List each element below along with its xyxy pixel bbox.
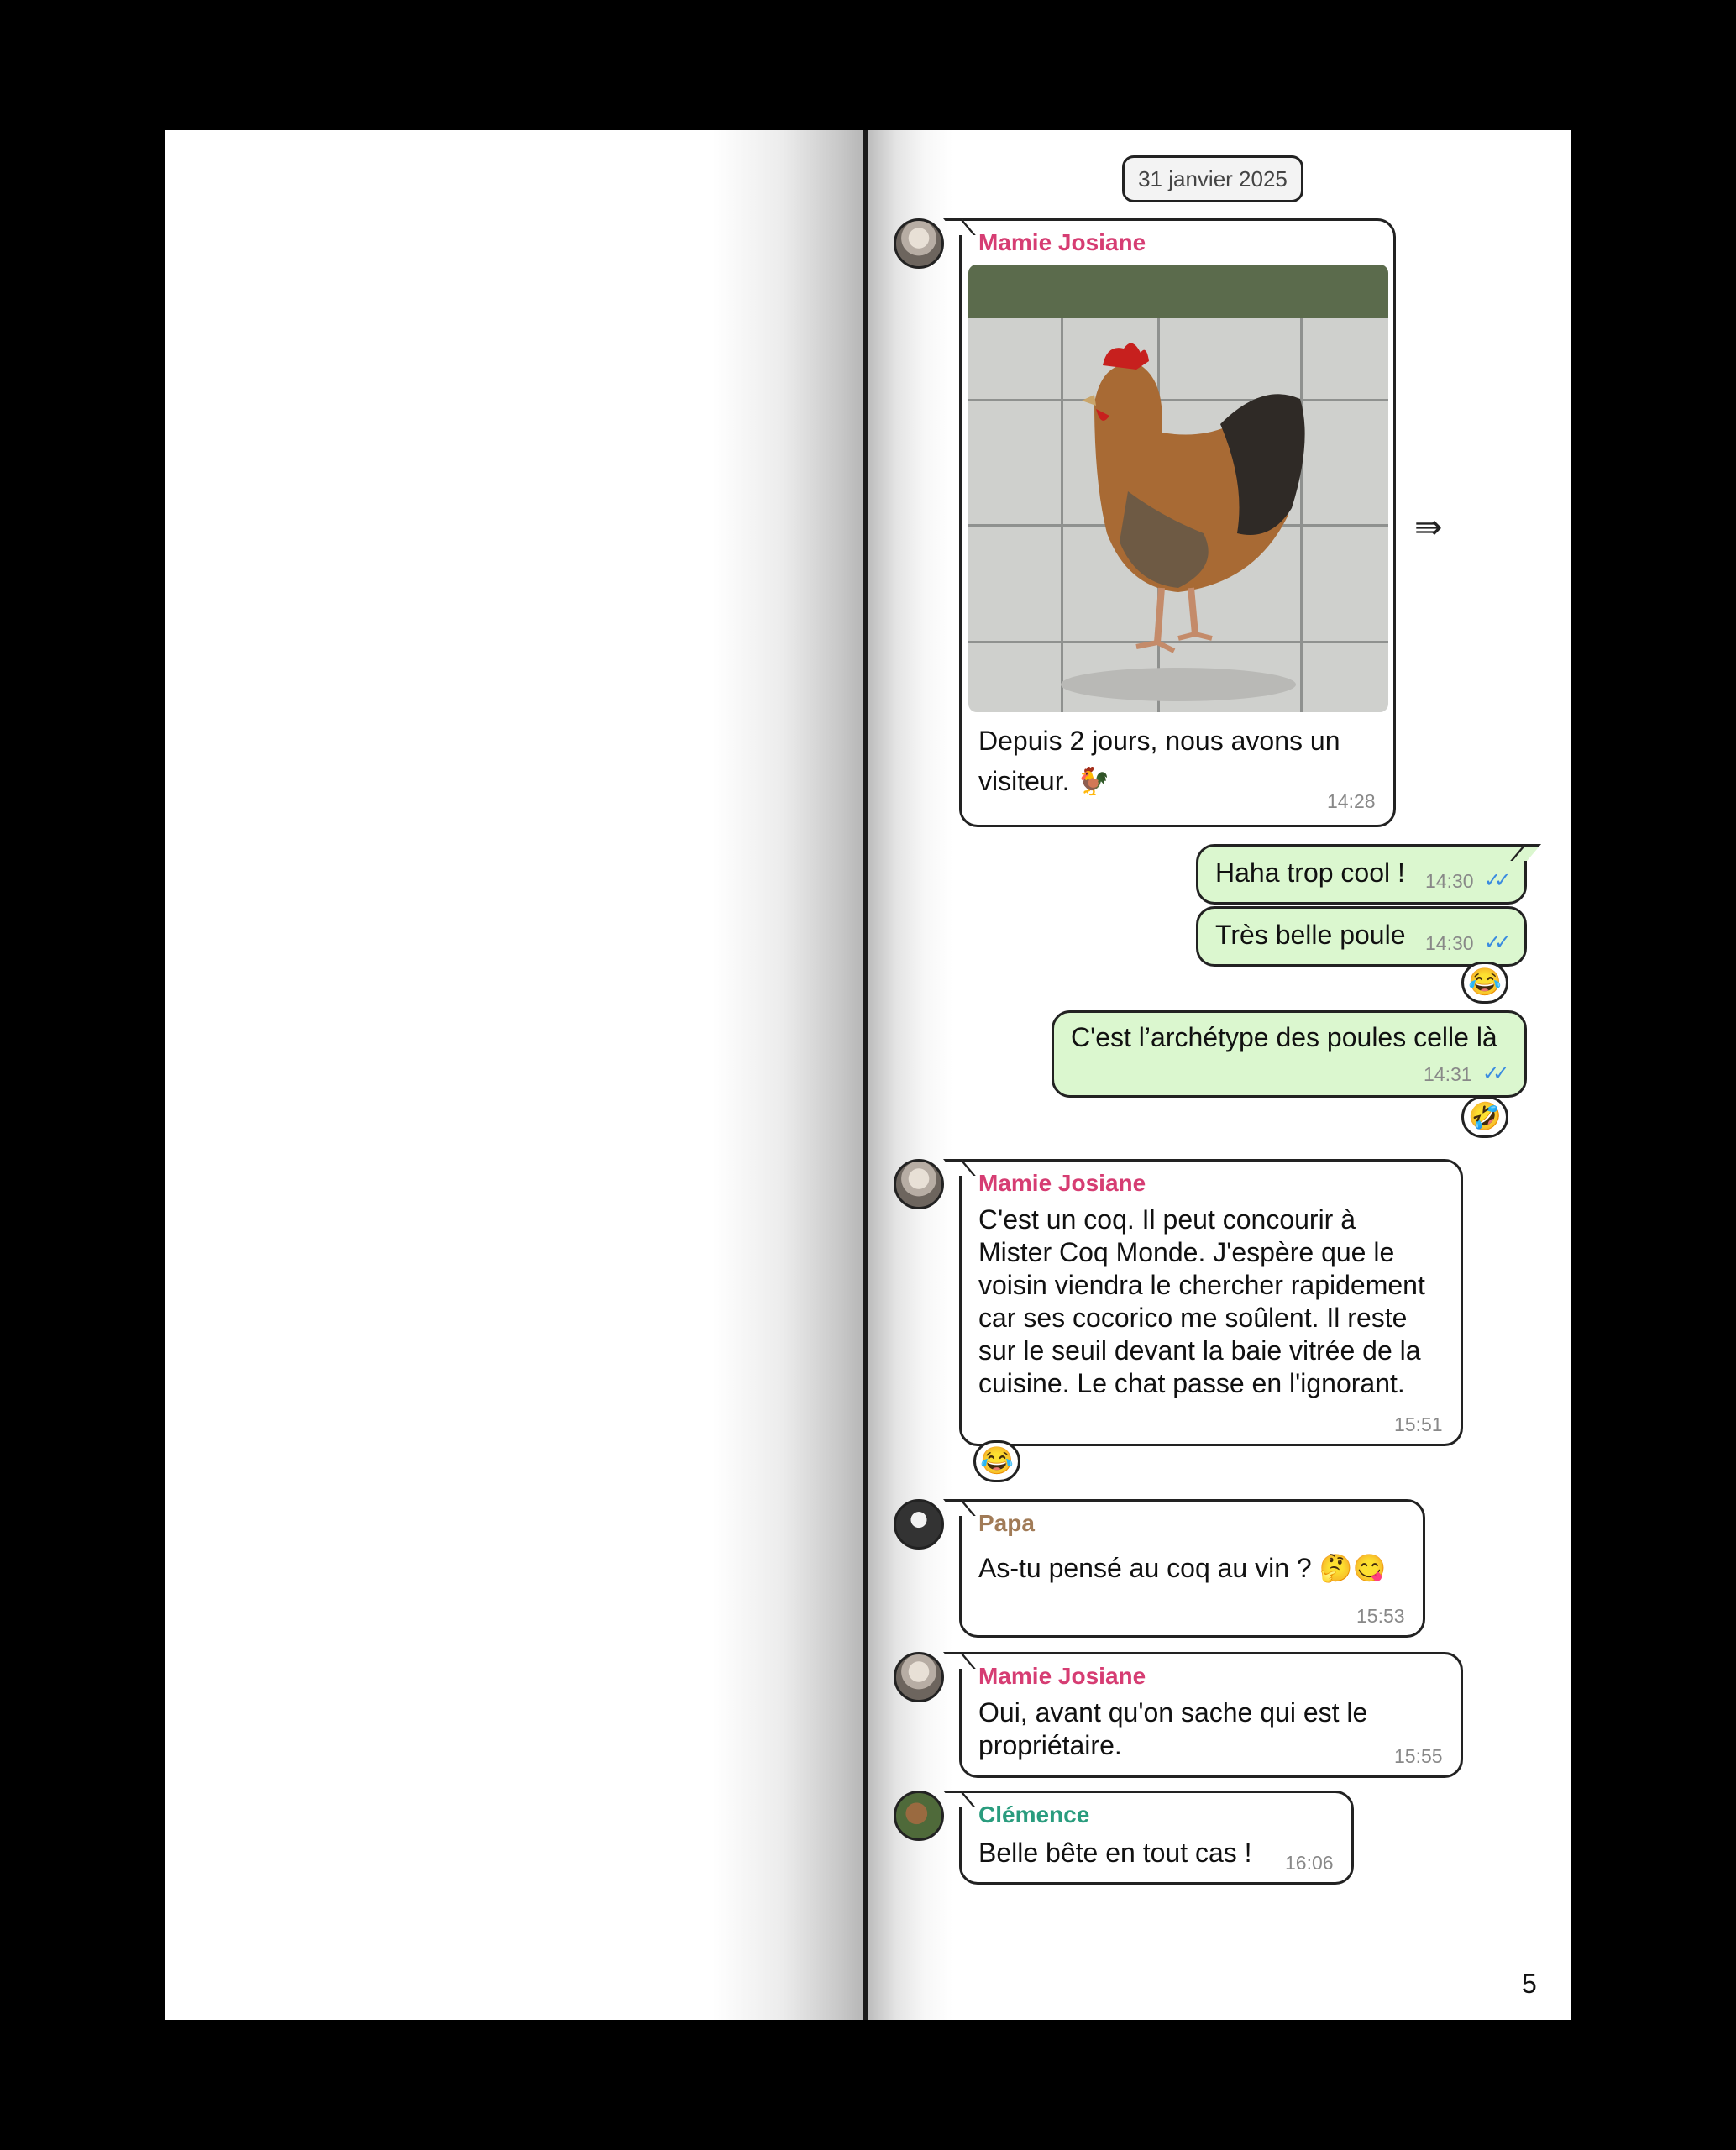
double-check-icon: ✓✓ [1482,1062,1509,1085]
avatar-mamie-josiane[interactable] [894,218,944,269]
message-time: 16:06 [1285,1852,1334,1874]
forward-icon[interactable]: ⇛ [1414,508,1443,547]
double-check-icon: ✓✓ [1484,869,1511,892]
message-text: Belle bête en tout cas ! [978,1838,1252,1868]
message-time: 14:31 [1424,1063,1472,1085]
left-page-blank [165,130,867,2020]
message-text: propriétaire. [978,1730,1122,1760]
message-text: Depuis 2 jours, nous avons un [978,726,1340,756]
message-text: sur le seuil devant la baie vitrée de la [978,1335,1421,1366]
rooster-photo[interactable] [968,265,1388,712]
message-bubble-outgoing[interactable]: Haha trop cool ! 14:30 ✓✓ [1196,844,1527,905]
avatar-papa[interactable] [894,1499,944,1550]
message-bubble-incoming[interactable]: Papa As-tu pensé au coq au vin ? 🤔😋 15:5… [959,1499,1425,1638]
avatar-clemence[interactable] [894,1791,944,1841]
message-bubble-incoming[interactable]: Mamie Josiane C'est un coq. Il peut conc… [959,1159,1463,1446]
message-bubble-incoming[interactable]: Clémence Belle bête en tout cas ! 16:06 [959,1791,1354,1885]
message-time: 14:30 [1425,870,1474,892]
reaction-badge[interactable]: 😂 [1461,962,1508,1004]
message-text: Haha trop cool ! [1215,857,1405,888]
sender-name: Papa [978,1510,1035,1536]
message-text: car ses cocorico me soûlent. Il reste [978,1303,1408,1333]
reaction-badge[interactable]: 🤣 [1461,1096,1508,1138]
message-bubble-photo[interactable]: Mamie Josiane Depuis 2 jours, nous avons… [959,218,1396,827]
message-time: 14:28 [1327,790,1376,812]
message-text: cuisine. Le chat passe en l'ignorant. [978,1368,1405,1398]
chat-page: 31 janvier 2025 Mamie Josiane Depuis 2 j… [868,130,1571,2020]
message-text: C'est l’archétype des poules celle là [1071,1022,1497,1052]
message-text: As-tu pensé au coq au vin ? 🤔😋 [978,1553,1387,1583]
page-number: 5 [1522,1969,1537,1999]
message-bubble-incoming[interactable]: Mamie Josiane Oui, avant qu'on sache qui… [959,1652,1463,1778]
double-check-icon: ✓✓ [1484,931,1511,954]
sender-name: Mamie Josiane [978,1170,1146,1196]
avatar-mamie-josiane[interactable] [894,1159,944,1209]
message-time: 15:55 [1394,1745,1443,1767]
reaction-badge[interactable]: 😂 [973,1440,1020,1482]
avatar-mamie-josiane[interactable] [894,1652,944,1702]
sender-name: Mamie Josiane [978,229,1146,255]
message-time: 15:53 [1356,1605,1405,1627]
message-bubble-outgoing[interactable]: Très belle poule 14:30 ✓✓ [1196,906,1527,967]
message-bubble-outgoing[interactable]: C'est l’archétype des poules celle là 14… [1052,1010,1527,1098]
message-time: 14:30 [1425,932,1474,954]
date-separator: 31 janvier 2025 [1122,155,1303,202]
message-text: Très belle poule [1215,920,1406,950]
message-text: Mister Coq Monde. J'espère que le [978,1237,1395,1267]
sender-name: Clémence [978,1801,1090,1828]
message-text: visiteur. 🐓 [978,766,1111,796]
rooster-illustration [1061,343,1305,701]
message-text: C'est un coq. Il peut concourir à [978,1204,1356,1235]
message-text: voisin viendra le chercher rapidement [978,1270,1425,1300]
sender-name: Mamie Josiane [978,1663,1146,1689]
message-time: 15:51 [1394,1413,1443,1435]
message-text: Oui, avant qu'on sache qui est le [978,1697,1368,1728]
